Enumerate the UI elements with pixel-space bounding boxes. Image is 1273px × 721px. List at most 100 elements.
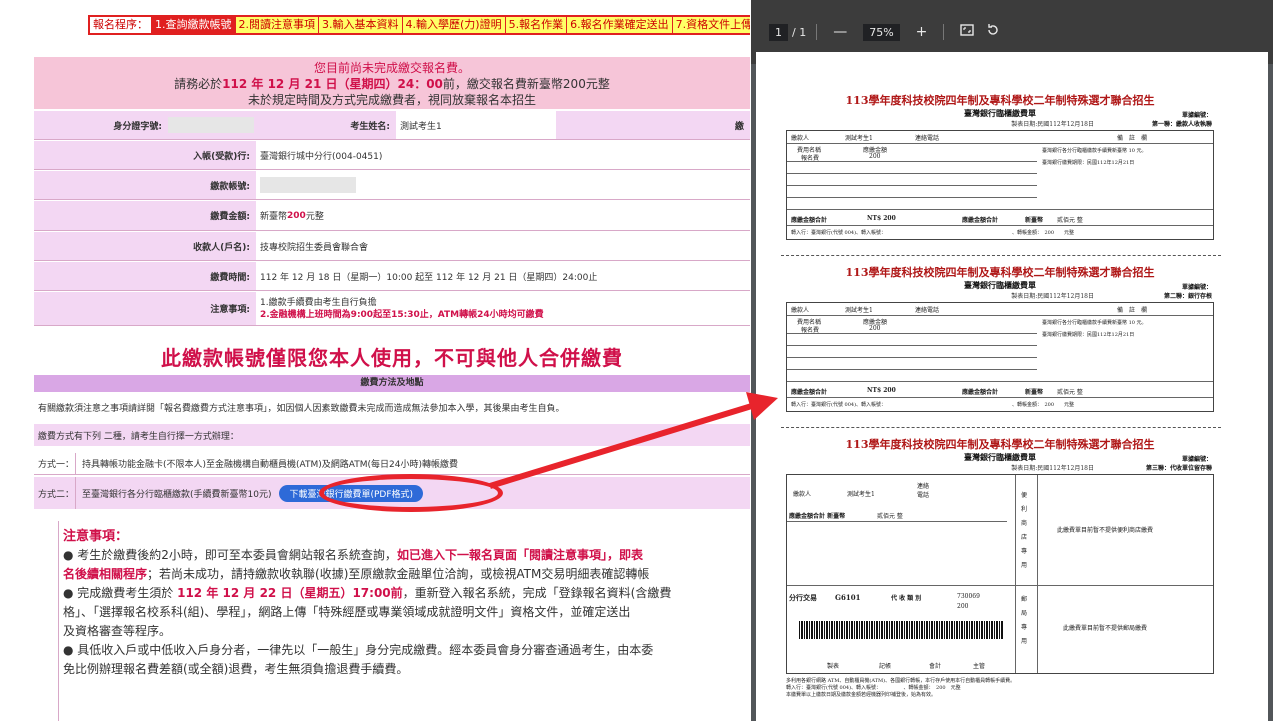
zoom-level-input[interactable]: 75% (863, 23, 900, 41)
slip-3-no-post: 此繳費單目前暫不提供郵局繳費 (1063, 625, 1148, 632)
notice-line1: 您目前尚未完成繳交報名費。 (313, 61, 470, 75)
slip-2-transfer-amt: 、轉帳金額： 200 元整 (1012, 402, 1075, 408)
slip-3-footnote-1: 多利用各銀行網路 ATM、自動櫃員機(ATM)、各國銀行轉帳，本行存戶使用本行自… (786, 678, 1016, 684)
barcode (799, 621, 1004, 639)
step-4[interactable]: 4.輸入學歷(力)證明 (402, 17, 506, 33)
attention-item-1: ● 考生於繳費後約2小時，即可至本委員會網站報名系統查詢，如已進入下一報名頁面「… (63, 546, 746, 565)
zoom-out-icon[interactable]: — (833, 24, 847, 40)
notice-line2-post: 前，繳交報名費新臺幣200元整 (442, 77, 610, 91)
slip-3-copy-name: 第三聯：代收單位留存聯 (1145, 465, 1212, 472)
slip-3-copy-label: 單據編號： (1181, 456, 1212, 463)
slip-3-rule-a (787, 521, 1007, 522)
bank-value: 臺灣銀行城中分行(004-0451) (256, 141, 750, 169)
time-row: 繳費時間: 112 年 12 月 18 日（星期一）10:00 起至 112 年… (34, 262, 750, 291)
zoom-in-icon[interactable]: + (916, 24, 928, 40)
registration-page: 報名程序： 1.查詢繳款帳號 2.閱讀注意事項 3.輸入基本資料 4.輸入學歷(… (0, 0, 750, 721)
slip-1-copy-label: 單據編號： (1181, 112, 1212, 119)
attention-1c: 名後續相關程序 (63, 567, 148, 581)
slip-2-rule-c (787, 345, 1037, 346)
slip-1-table: 繳款人 測試考生1 連絡電話 備 註 欄 費用名稱 應繳金額 報名費 200 臺… (786, 130, 1214, 240)
toolbar-divider-2 (943, 24, 945, 40)
amount-post: 元整 (305, 212, 324, 222)
id-label: 身分證字號: (34, 111, 168, 139)
footer-manager: 主管 (973, 663, 986, 670)
slip-3-title: 113學年度科技校院四年制及專科學校二年制特殊選才聯合招生 (845, 438, 1155, 451)
slip-2-bank: 臺灣銀行臨櫃繳費單 (964, 280, 1036, 290)
attention-2d: 格」、「選擇報名校系科(組)、學程」，網路上傳「特殊經歷或專業領域成就證明文件」… (63, 605, 631, 619)
page-number-input[interactable]: 1 (769, 23, 788, 41)
account-value-masked (260, 177, 356, 193)
highlight-circle (319, 474, 503, 512)
id-row: 身分證字號: 考生姓名: 測試考生1 繳 (34, 111, 750, 140)
id-value-masked (168, 117, 254, 133)
slip-3-vrule-a (1015, 475, 1016, 673)
amount-label: 繳費金額: (34, 201, 256, 230)
slip-3-vrule-b (1037, 475, 1038, 673)
slip-2-rule-a (787, 315, 1213, 316)
slip-2-currency: 新臺幣 (1025, 389, 1044, 396)
time-value: 112 年 12 月 18 日（星期一）10:00 起至 112 年 12 月 … (256, 262, 750, 290)
slip-3-currency: 新臺幣 (827, 513, 846, 520)
step-7[interactable]: 7.資格文件上傳 (672, 17, 750, 33)
slip-3-total-prefix: 應繳金額合計 (789, 513, 826, 520)
attention-2b: 112 年 12 月 22 日（星期五）17:00前 (177, 586, 403, 600)
step-1[interactable]: 1.查詢繳款帳號 (152, 17, 236, 33)
slip-3-amount: 200 (957, 603, 969, 610)
slip-1-total-label-2: 應繳金額合計 (962, 217, 999, 224)
payment-notice: 您目前尚未完成繳交報名費。 請務必於112 年 12 月 21 日（星期四）24… (34, 57, 750, 109)
slip-1-copy-name: 第一聯：繳款人收執聯 (1151, 121, 1212, 128)
slip-1-rule-d (787, 185, 1037, 186)
footer-prepare: 製表 (827, 663, 840, 670)
name-label: 考生姓名: (256, 111, 396, 139)
attention-3b: 免比例辦理報名費差額(或全額)退費，考生無須負擔退費手續費。 (63, 662, 409, 676)
methods-note: 有關繳款須注意之事項請詳閱「報名費繳費方式注意事項」，如因個人因素致繳費未完成而… (34, 396, 750, 418)
slip-3-date: 製表日期:民國112年12月18日 (1011, 465, 1094, 472)
step-2[interactable]: 2.閱讀注意事項 (235, 17, 319, 33)
method-one-text: 持具轉帳功能金融卡(不限本人)至金融機構自動櫃員機(ATM)及網路ATM(每日2… (82, 460, 458, 470)
attention-1a: ● 考生於繳費後約2小時，即可至本委員會網站報名系統查詢， (63, 548, 397, 562)
account-row: 繳款帳號: (34, 171, 750, 200)
slip-2-rule-d (787, 357, 1037, 358)
step-5[interactable]: 5.報名作業 (505, 17, 568, 33)
slip-2-note1: 臺灣銀行各分行臨櫃繳款手續費新臺幣 10 元。 (1042, 320, 1147, 326)
step-navigation: 報名程序： 1.查詢繳款帳號 2.閱讀注意事項 3.輸入基本資料 4.輸入學歷(… (88, 15, 750, 35)
step-6[interactable]: 6.報名作業確定送出 (567, 17, 673, 33)
method-one-row: 方式一： 持具轉帳功能金融卡(不限本人)至金融機構自動櫃員機(ATM)及網路AT… (34, 453, 750, 475)
amount-number: 200 (287, 210, 306, 221)
bank-label: 入帳(受款)行: (34, 141, 256, 169)
pdf-page: 113學年度科技校院四年制及專科學校二年制特殊選才聯合招生 臺灣銀行臨櫃繳費單 … (756, 52, 1268, 721)
slip-2-title: 113學年度科技校院四年制及專科學校二年制特殊選才聯合招生 (845, 266, 1155, 279)
slip-3-payer-name: 測試考生1 (847, 491, 875, 498)
slip-1-rule-b (787, 161, 1037, 162)
slip-2-payer-name: 測試考生1 (845, 307, 873, 314)
slip-1-rule-a (787, 143, 1213, 144)
payee-label: 收款人(戶名): (34, 232, 256, 260)
slip-2-total-label-2: 應繳金額合計 (962, 389, 999, 396)
slip-3-payer-label: 繳款人 (793, 491, 812, 498)
rotate-icon[interactable] (986, 23, 1000, 41)
slip-3-total-words: 貳佰元 整 (877, 513, 903, 520)
slip-1-bank: 臺灣銀行臨櫃繳費單 (964, 108, 1036, 118)
slip-3-branch-code: G6101 (835, 593, 861, 602)
amount-pre: 新臺幣 (260, 212, 288, 222)
steps-label: 報名程序： (90, 17, 152, 33)
slip-2-fee-amount: 200 (869, 325, 881, 332)
slip-1-total-label: 應繳金額合計 (791, 217, 828, 224)
methods-intro: 繳費方式有下列 二種，請考生自行擇一方式辦理： (34, 424, 750, 446)
slip-2-rule-b (787, 333, 1037, 334)
slip-2-copy: 單據編號： 第二聯：銀行存根 (1164, 282, 1212, 300)
slip-1-remarks-label: 備 註 欄 (1117, 135, 1148, 142)
slip-1-payer-label: 繳款人 (791, 135, 810, 142)
fit-page-icon[interactable] (960, 23, 975, 41)
method-two-text: 至臺灣銀行各分行臨櫃繳款(手續費新臺幣10元) (82, 489, 272, 500)
slip-3: 113學年度科技校院四年制及專科學校二年制特殊選才聯合招生 臺灣銀行臨櫃繳費單 … (786, 436, 1214, 721)
slip-1-note2: 臺灣銀行繳費期限：民國112年12月21日 (1042, 160, 1135, 166)
slip-2-payer-label: 繳款人 (791, 307, 810, 314)
account-label: 繳款帳號: (34, 171, 256, 199)
step-3[interactable]: 3.輸入基本資料 (319, 17, 403, 33)
slip-2-transfer: 轉入行：臺灣銀行(代號 004)、轉入帳號： (791, 402, 887, 408)
payee-value: 技專校院招生委員會聯合會 (256, 232, 750, 260)
slip-1-rule-f (787, 209, 1213, 210)
attention-2c: ，重新登入報名系統，完成「登錄報名資料(含繳費 (402, 586, 672, 600)
notes-line2: 2.金融機構上班時間為9:00起至15:30止，ATM轉帳24小時均可繳費 (260, 309, 544, 320)
